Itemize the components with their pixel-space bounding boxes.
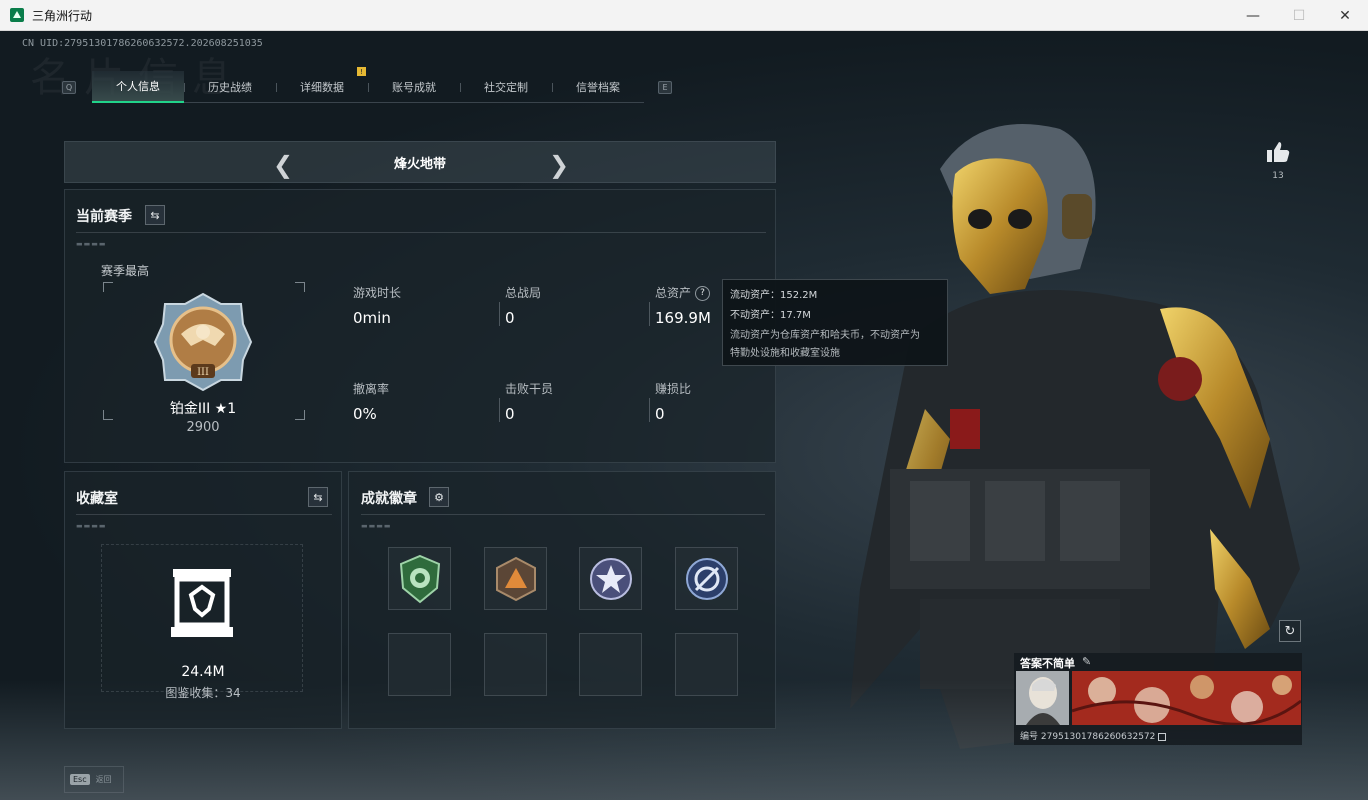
mode-prev-chevron-icon[interactable]: ❮ [273,151,293,179]
current-season-panel: 当前赛季 ⇆ ▬▬▬▬ 赛季最高 III 铂金III ★1 2900 游戏时长 … [64,189,776,463]
green-shield-badge-icon [399,554,440,603]
avatar [1016,671,1069,725]
player-name: 答案不简单 [1020,657,1075,670]
player-card[interactable]: 答案不简单 ✎ 编号 279513017862606325​72 [1014,653,1302,745]
badge-slot-empty[interactable] [484,633,547,696]
back-button[interactable]: Esc 返回 [64,766,124,793]
tooltip-liquid-assets: 流动资产：152.2M [730,290,818,301]
season-switch-icon[interactable]: ⇆ [145,205,165,225]
mode-selector: ❮ 烽火地带 ❯ [64,141,776,183]
stat-extraction-rate: 撤离率 0% [353,380,493,423]
tab-credit-record[interactable]: 信誉档案 [552,71,644,103]
minimize-button[interactable]: — [1230,0,1276,31]
stat-value: 0min [353,309,391,327]
bronze-triangle-badge-icon [495,556,536,601]
badge-slot-empty[interactable] [579,633,642,696]
decor-dots: ▬▬▬▬ [76,240,107,248]
stat-label: 击败干员 [505,382,554,396]
window-title: 三角洲行动 [32,8,93,23]
game-viewport: 名片信息 CN UID:279513017862606325​72.202608… [0,31,1368,800]
star-medal-badge-icon [589,557,632,600]
stat-total-matches: 总战局 0 [499,284,645,327]
assets-tooltip: 流动资产：152.2M 不动资产：17.7M 流动资产为仓库资产和哈夫币，不动资… [722,279,948,366]
tab-match-history[interactable]: 历史战绩 [184,71,276,103]
tab-bar: Q 个人信息 历史战绩 详细数据 ! 账号成就 社交定制 信誉档案 E [62,67,676,103]
collection-room-title: 收藏室 [76,491,118,507]
platinum-rank-emblem-icon: III [153,292,253,392]
uid-text: CN UID:279513017862606325​72.20260825103… [22,38,263,49]
help-icon[interactable]: ? [695,286,711,301]
close-button[interactable]: ✕ [1322,0,1368,31]
stat-label: 游戏时长 [353,286,402,300]
stat-operators-defeated: 击败干员 0 [499,380,645,423]
tab-list: 个人信息 历史战绩 详细数据 ! 账号成就 社交定制 信誉档案 [92,67,644,103]
tab-detailed-data-label: 详细数据 [300,81,344,94]
notification-badge: ! [357,67,366,76]
mode-title: 烽火地带 [393,156,446,172]
badge-slot-empty[interactable] [388,633,451,696]
vault-display-icon [171,569,233,637]
current-season-title: 当前赛季 [76,209,132,225]
settings-gear-icon[interactable]: ⚙ [429,487,449,507]
panel-divider [361,514,765,515]
back-label: 返回 [95,775,112,784]
tab-personal-info[interactable]: 个人信息 [92,71,184,103]
badge-slot-bronze-triangle[interactable] [484,547,547,610]
achievement-badges-panel: 成就徽章 ⚙ ▬▬▬▬ [348,471,776,729]
badge-slot-blue-emblem[interactable] [675,547,738,610]
maximize-button[interactable]: ☐ [1276,0,1322,31]
svg-text:III: III [197,367,209,378]
stat-profit-loss-ratio: 赚损比 0 [649,380,795,423]
badge-slot-green-shield[interactable] [388,547,451,610]
window-controls: — ☐ ✕ [1230,0,1368,31]
stat-label: 总战局 [505,286,542,300]
tab-next-key-hint[interactable]: E [658,80,672,94]
edit-pencil-icon[interactable]: ✎ [1082,655,1091,668]
tooltip-description-1: 流动资产为仓库资产和哈夫币，不动资产为 [730,330,920,341]
achievement-badges-title: 成就徽章 [361,491,417,507]
tab-prev-key-hint[interactable]: Q [62,80,76,94]
stat-play-time: 游戏时长 0min [353,284,493,327]
collection-switch-icon[interactable]: ⇆ [308,487,328,507]
tooltip-fixed-assets: 不动资产：17.7M [730,310,811,321]
season-best-label: 赛季最高 [101,264,150,278]
player-id-text: 编号 279513017862606325​72 [1020,732,1156,742]
rank-name: 铂金III ★1 [169,401,237,417]
stat-label: 撤离率 [353,382,390,396]
decor-dots: ▬▬▬▬ [361,522,392,530]
player-id: 编号 279513017862606325​72 [1020,729,1167,742]
stat-value: 0 [505,309,515,327]
copy-icon[interactable] [1158,732,1167,741]
panel-divider [76,514,332,515]
stat-value: 0 [505,405,515,423]
tooltip-description-2: 特勤处设施和收藏室设施 [730,348,840,359]
tab-detailed-data[interactable]: 详细数据 ! [276,67,368,103]
app-logo-icon [10,8,24,22]
esc-key-hint: Esc [70,774,90,785]
stat-value: 0% [353,405,377,423]
like-count: 13 [1272,171,1284,181]
like-widget[interactable]: 13 [1266,141,1290,181]
badge-slot-star-medal[interactable] [579,547,642,610]
refresh-icon[interactable]: ↻ [1279,620,1301,642]
badge-slot-empty[interactable] [675,633,738,696]
stat-label-text: 总资产 [655,286,692,300]
tab-social-custom[interactable]: 社交定制 [460,71,552,103]
collection-room-panel[interactable]: 收藏室 ⇆ ▬▬▬▬ 24.4M 图鉴收集：34 [64,471,342,729]
thumbs-up-icon [1267,142,1290,162]
stat-label: 赚损比 [655,382,692,396]
blue-emblem-badge-icon [685,557,728,600]
profile-banner [1072,671,1301,725]
mode-next-chevron-icon[interactable]: ❯ [549,151,569,179]
collection-value: 24.4M [181,664,225,680]
rank-score: 2900 [186,420,220,435]
panel-divider [76,232,766,233]
window-titlebar: 三角洲行动 — ☐ ✕ [0,0,1368,31]
tab-account-achievements[interactable]: 账号成就 [368,71,460,103]
stat-value: 0 [655,405,665,423]
collection-count: 图鉴收集：34 [165,686,241,700]
decor-dots: ▬▬▬▬ [76,522,107,530]
